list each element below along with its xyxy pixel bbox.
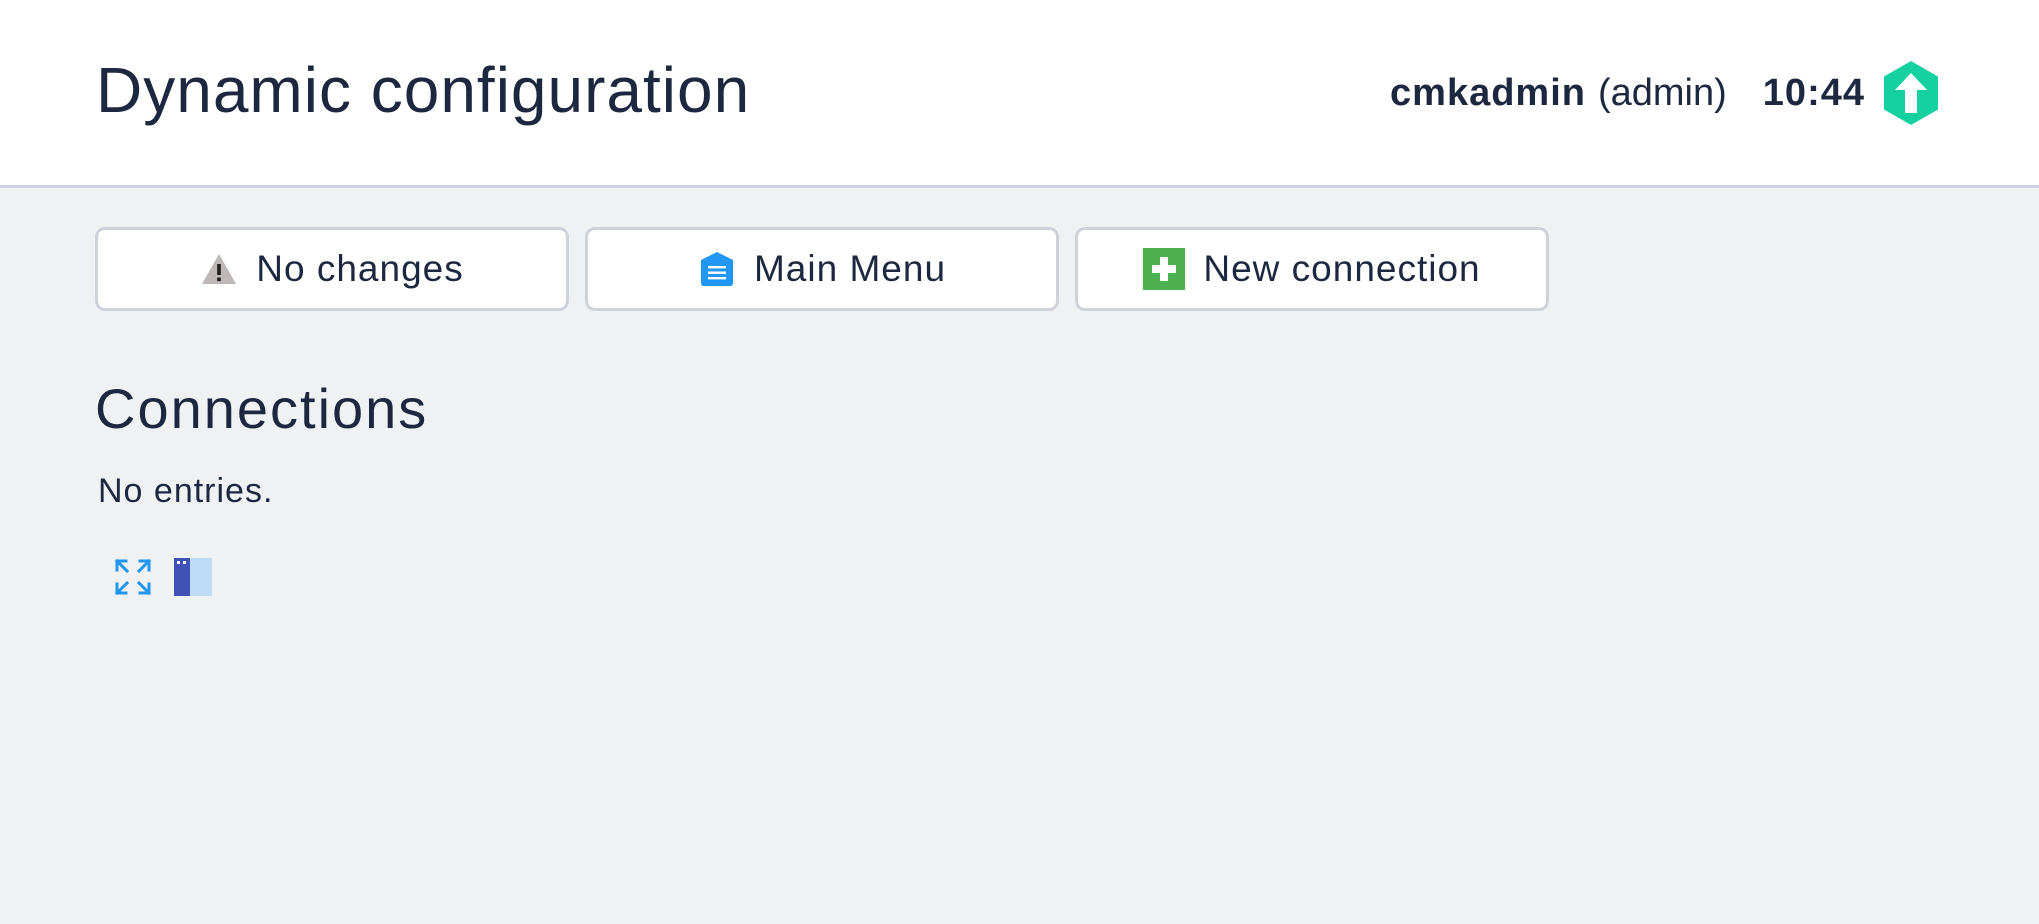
- main-menu-label: Main Menu: [753, 248, 947, 289]
- new-connection-button[interactable]: New connection: [1075, 227, 1549, 311]
- clock: 10:44: [1762, 71, 1865, 114]
- page-menu-buttons: No changes Main Menu New connection: [95, 227, 1549, 311]
- user-area: cmkadmin (admin) 10:44: [1390, 58, 1941, 128]
- user-role: (admin): [1597, 71, 1727, 114]
- checkmk-update-icon[interactable]: [1881, 59, 1941, 127]
- new-connection-label: New connection: [1203, 248, 1481, 289]
- fullscreen-icon[interactable]: [114, 558, 152, 596]
- main-menu-icon: [698, 250, 736, 288]
- no-changes-label: No changes: [256, 248, 464, 289]
- user-name[interactable]: cmkadmin: [1390, 72, 1586, 115]
- main-menu-button[interactable]: Main Menu: [585, 227, 1059, 311]
- empty-message: No entries.: [98, 472, 274, 510]
- no-changes-button[interactable]: No changes: [95, 227, 569, 311]
- page-title: Dynamic configuration: [96, 54, 751, 126]
- connections-heading: Connections: [95, 377, 429, 440]
- warning-icon: [200, 252, 238, 286]
- table-tools: [114, 558, 212, 596]
- add-icon: [1143, 248, 1186, 290]
- column-view-icon[interactable]: [174, 558, 212, 596]
- page-header: Dynamic configuration cmkadmin (admin) 1…: [0, 0, 2039, 188]
